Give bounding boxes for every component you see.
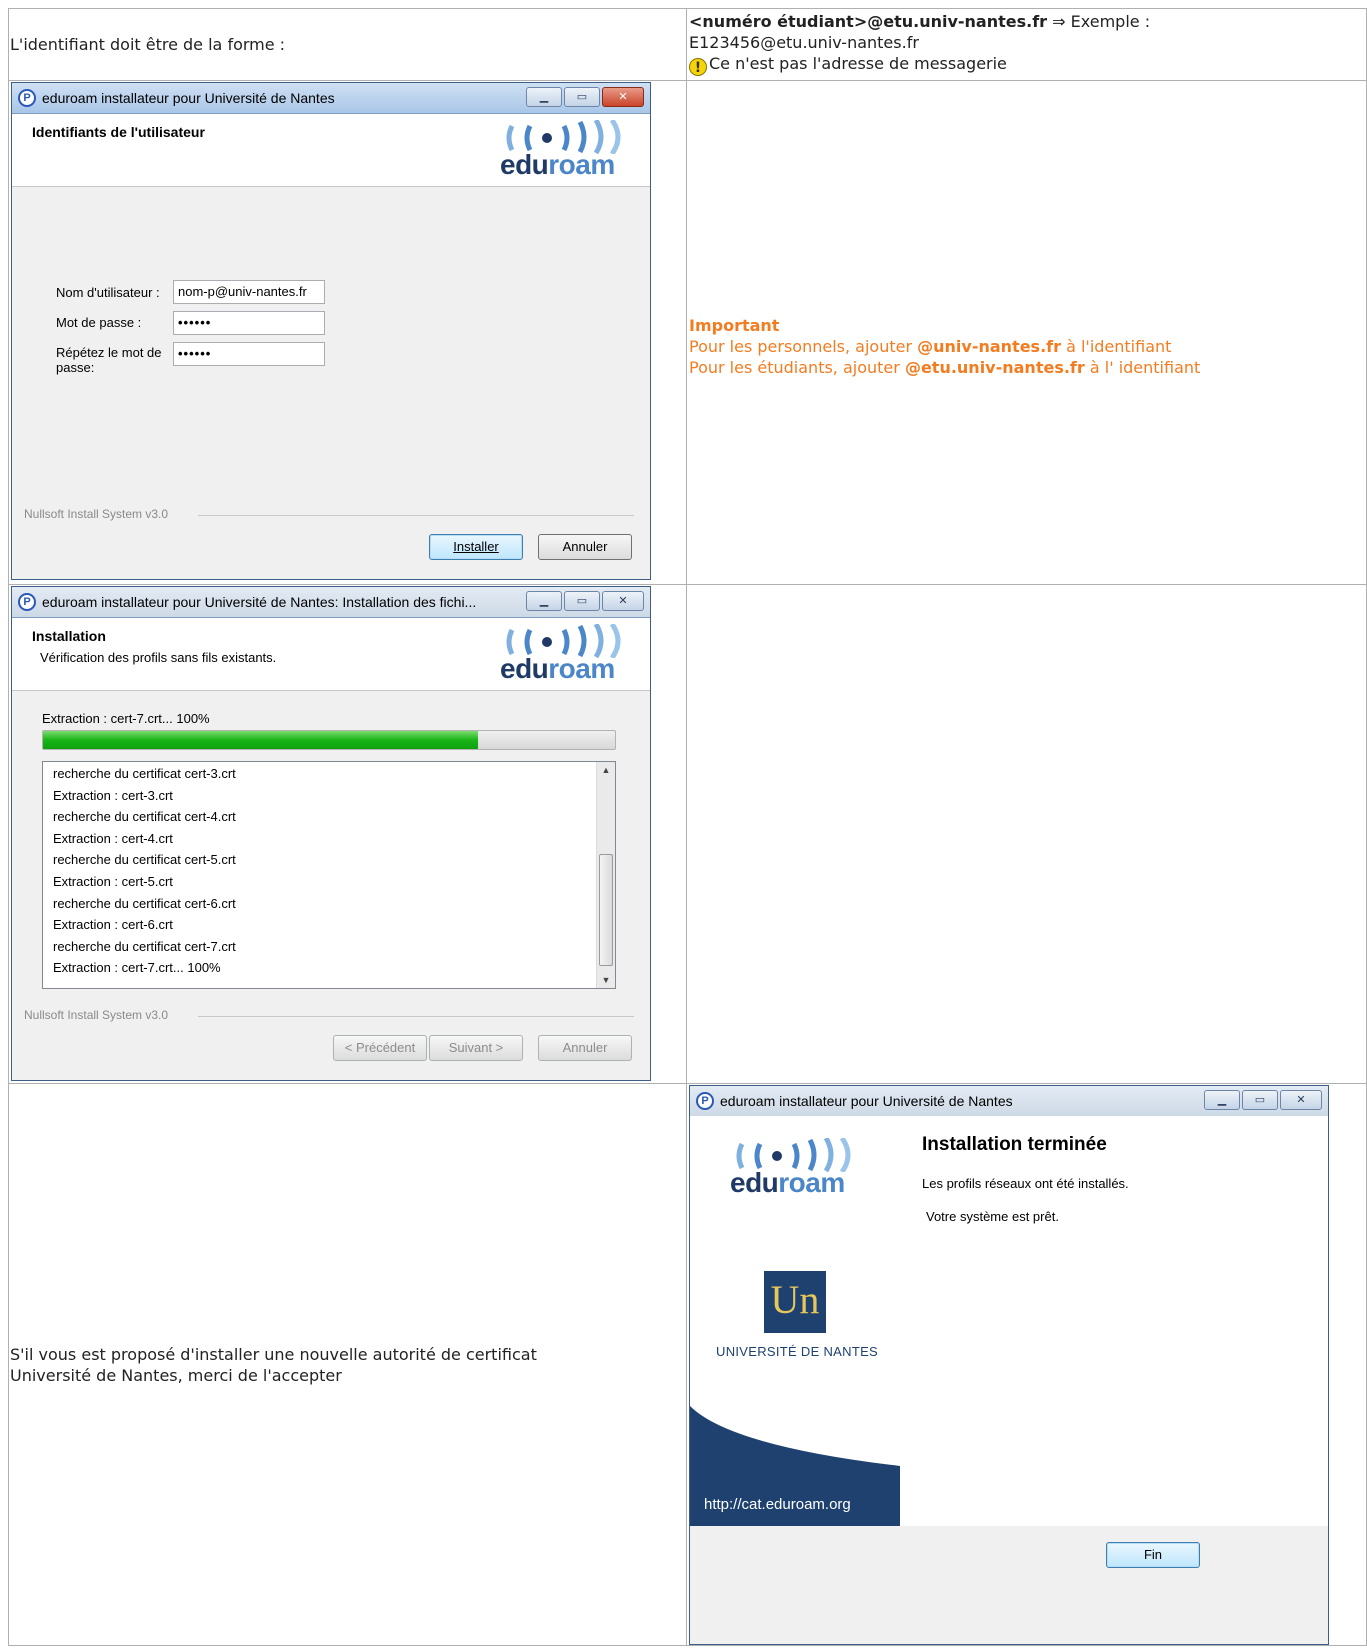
finish-line-1: Les profils réseaux ont été installés. [922,1176,1129,1191]
universite-nantes-logo: Un [764,1271,826,1333]
important-title: Important [689,316,780,335]
identifier-format: <numéro étudiant>@etu.univ-nantes.fr [689,12,1048,31]
previous-button[interactable]: < Précédent [333,1035,427,1061]
extraction-status: Extraction : cert-7.crt... 100% [42,711,210,726]
eduroam-logo: eduroam [490,624,640,688]
log-line: Extraction : cert-4.crt [53,830,173,846]
cancel-button[interactable]: Annuler [538,534,632,560]
cat-url[interactable]: http://cat.eduroam.org [704,1496,851,1513]
cell-identifier-format: <numéro étudiant>@etu.univ-nantes.fr ⇒ E… [686,8,1367,81]
nsis-footer: Nullsoft Install System v3.0 [24,1008,169,1022]
row-installation: P eduroam installateur pour Université d… [8,584,1367,1084]
title-bar: P eduroam installateur pour Université d… [12,83,650,114]
identifier-example: E123456@etu.univ-nantes.fr [689,33,919,52]
title-bar: P eduroam installateur pour Université d… [690,1086,1328,1117]
cell-important-note: Important Pour les personnels, ajouter @… [686,80,1367,585]
certificate-note: S'il vous est proposé d'installer une no… [10,1344,537,1385]
log-line: Extraction : cert-7.crt... 100% [53,960,221,976]
scroll-down-icon[interactable]: ▼ [597,972,615,988]
header-title: Identifiants de l'utilisateur [32,124,205,140]
nsis-footer: Nullsoft Install System v3.0 [24,507,169,521]
scroll-up-icon[interactable]: ▲ [597,762,615,778]
log-line: recherche du certificat cert-3.crt [53,766,236,781]
row-identifier-format: L'identifiant doit être de la forme : <n… [8,8,1367,81]
close-icon[interactable]: ✕ [1280,1090,1322,1110]
side-banner: eduroam Un UNIVERSITÉ DE NANTES http://c… [690,1116,900,1526]
log-line: recherche du certificat cert-4.crt [53,809,236,825]
install-log[interactable]: recherche du certificat cert-3.crt Extrac… [42,761,616,989]
log-line: recherche du certificat cert-7.crt [53,938,236,954]
minimize-icon[interactable]: ▁ [526,591,562,611]
identifier-label: L'identifiant doit être de la forme : [10,35,286,54]
window-title: eduroam installateur pour Université de … [42,594,477,610]
log-line: recherche du certificat cert-6.crt [53,895,236,911]
important-note: Important Pour les personnels, ajouter @… [689,316,1201,377]
warning-text: Ce n'est pas l'adresse de messagerie [709,54,1007,73]
log-line: Extraction : cert-3.crt [53,787,173,803]
username-label: Nom d'utilisateur : [56,285,160,300]
window-title: eduroam installateur pour Université de … [720,1093,1013,1109]
installation-window: P eduroam installateur pour Université d… [11,586,651,1081]
window-title: eduroam installateur pour Université de … [42,90,335,106]
row-credentials: P eduroam installateur pour Université d… [8,80,1367,585]
scroll-thumb[interactable] [599,854,613,966]
log-line: Extraction : cert-6.crt [53,917,173,933]
maximize-icon[interactable]: ▭ [564,591,600,611]
footer-divider [198,1016,634,1017]
university-name: UNIVERSITÉ DE NANTES [716,1344,879,1359]
repeat-password-label: Répétez le mot de passe: [56,345,162,375]
title-bar: P eduroam installateur pour Université d… [12,587,650,618]
log-line: Extraction : cert-5.crt [53,874,173,889]
instructions-table: L'identifiant doit être de la forme : <n… [8,8,1367,1646]
staff-domain: @univ-nantes.fr [917,337,1061,356]
footer-divider [198,515,634,516]
finish-line-2: Votre système est prêt. [926,1209,1059,1224]
close-icon[interactable]: ✕ [602,591,644,611]
credentials-window: P eduroam installateur pour Université d… [11,82,651,580]
cell-identifier-label: L'identifiant doit être de la forme : [8,8,687,81]
progress-fill [43,731,478,749]
log-line: recherche du certificat cert-5.crt [53,852,236,868]
header-subtitle: Vérification des profils sans fils exist… [40,650,277,665]
maximize-icon[interactable]: ▭ [564,87,600,107]
log-scrollbar[interactable]: ▲ ▼ [596,762,615,988]
cell-finish-screenshot: P eduroam installateur pour Université d… [686,1083,1367,1646]
header-title: Installation [32,628,106,644]
cell-credentials-screenshot: P eduroam installateur pour Université d… [8,80,687,585]
wizard-header: Identifiants de l'utilisateur eduroam [12,114,650,187]
eduroam-logo: eduroam [490,120,640,184]
eduroam-app-icon: P [18,593,36,611]
example-prefix: ⇒ Exemple : [1047,12,1151,31]
repeat-password-input[interactable]: •••••• [173,342,325,366]
cell-installation-screenshot: P eduroam installateur pour Université d… [8,584,687,1084]
eduroam-logo: eduroam [720,1138,870,1202]
progress-bar [42,730,616,750]
eduroam-app-icon: P [696,1092,714,1110]
cell-empty [686,584,1367,1084]
username-input[interactable]: nom-p@univ-nantes.fr [173,280,325,304]
next-button[interactable]: Suivant > [429,1035,523,1061]
cell-certificate-note: S'il vous est proposé d'installer une no… [8,1083,687,1646]
install-button[interactable]: Installer [429,534,523,560]
finish-button[interactable]: Fin [1106,1542,1200,1568]
wizard-header: Installation Vérification des profils sa… [12,618,650,691]
cancel-button[interactable]: Annuler [538,1035,632,1061]
password-label: Mot de passe : [56,315,142,330]
password-input[interactable]: •••••• [173,311,325,335]
minimize-icon[interactable]: ▁ [1204,1090,1240,1110]
finish-heading: Installation terminée [922,1134,1107,1155]
maximize-icon[interactable]: ▭ [1242,1090,1278,1110]
row-finish: S'il vous est proposé d'installer une no… [8,1083,1367,1646]
finish-window: P eduroam installateur pour Université d… [689,1085,1329,1645]
eduroam-app-icon: P [18,89,36,107]
close-icon[interactable]: ✕ [602,87,644,107]
warning-icon: ! [689,58,707,76]
student-domain: @etu.univ-nantes.fr [904,358,1085,377]
minimize-icon[interactable]: ▁ [526,87,562,107]
